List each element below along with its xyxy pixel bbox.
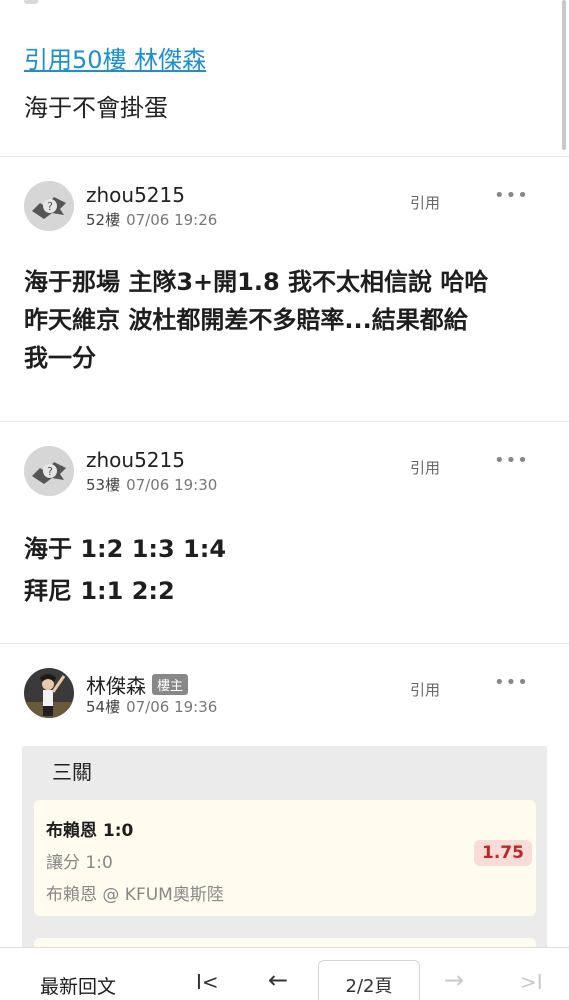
pagination-bar: 最新回文 I< ← 2/2頁 → >I [0,947,569,1000]
post-meta: 53樓 07/06 19:30 [86,474,217,495]
quote-text: 海于不會掛蛋 [24,94,168,122]
svg-text:?: ? [47,465,53,478]
quoted-reply-block: 引用50樓 林傑森 海于不會掛蛋 [0,0,569,157]
more-options-icon[interactable]: ••• [494,185,529,206]
user-name[interactable]: zhou5215 [86,183,185,207]
post-time: 07/06 19:26 [126,211,218,229]
more-options-icon[interactable]: ••• [494,672,529,693]
floor-number: 53樓 [86,476,121,494]
next-page-icon[interactable]: → [444,966,464,994]
bet-item[interactable]: 布賴恩 1:0 讓分 1:0 1.75 布賴恩 @ KFUM奧斯陸 [34,800,536,916]
post-line: 拜尼 1:1 2:2 [24,577,175,605]
latest-replies-button[interactable]: 最新回文 [40,972,116,999]
bet-event: 布賴恩 @ KFUM奧斯陸 [46,885,224,905]
post-line: 昨天維京 波杜都開差不多賠率...結果都給 [24,306,468,334]
bet-odds-badge: 1.75 [474,840,532,866]
post-meta: 52樓 07/06 19:26 [86,209,217,230]
quote-link[interactable]: 引用50樓 林傑森 [24,40,206,75]
bet-match: 布賴恩 1:0 [46,821,134,841]
quote-button[interactable]: 引用 [410,457,440,478]
user-name[interactable]: 林傑森 樓主 [86,670,189,699]
floor-number: 54樓 [86,698,121,716]
quote-button[interactable]: 引用 [410,679,440,700]
user-photo-avatar[interactable] [24,668,74,718]
prev-page-icon[interactable]: ← [268,966,288,994]
default-avatar-icon[interactable]: ? [24,446,74,496]
user-name[interactable]: zhou5215 [86,448,185,472]
post-53: ? zhou5215 53樓 07/06 19:30 引用 ••• 海于 1:2 … [0,422,569,644]
bet-slip-title: 三關 [52,760,92,784]
post-time: 07/06 19:36 [126,698,218,716]
op-badge: 樓主 [152,674,189,695]
page-indicator[interactable]: 2/2頁 [318,960,420,1000]
default-avatar-icon[interactable]: ? [24,181,74,231]
post-meta: 54樓 07/06 19:36 [86,696,217,717]
post-body: 海于 1:2 1:3 1:4 拜尼 1:1 2:2 [24,528,226,612]
user-name-text[interactable]: 林傑森 [86,674,146,698]
first-page-icon[interactable]: I< [196,970,219,994]
post-52: ? zhou5215 52樓 07/06 19:26 引用 ••• 海于那場 主隊… [0,157,569,422]
post-time: 07/06 19:30 [126,476,218,494]
floor-number: 52樓 [86,211,121,229]
quote-button[interactable]: 引用 [410,192,440,213]
last-page-icon[interactable]: >I [520,970,543,994]
previous-post-stub [24,0,38,4]
post-line: 海于 1:2 1:3 1:4 [24,535,227,563]
bet-market: 讓分 1:0 [46,853,113,873]
post-body: 海于那場 主隊3+開1.8 我不太相信說 哈哈 昨天維京 波杜都開差不多賠率..… [24,263,488,377]
svg-text:?: ? [47,200,53,213]
post-line: 海于那場 主隊3+開1.8 我不太相信說 哈哈 [24,268,489,296]
more-options-icon[interactable]: ••• [494,450,529,471]
post-line: 我一分 [24,344,96,372]
